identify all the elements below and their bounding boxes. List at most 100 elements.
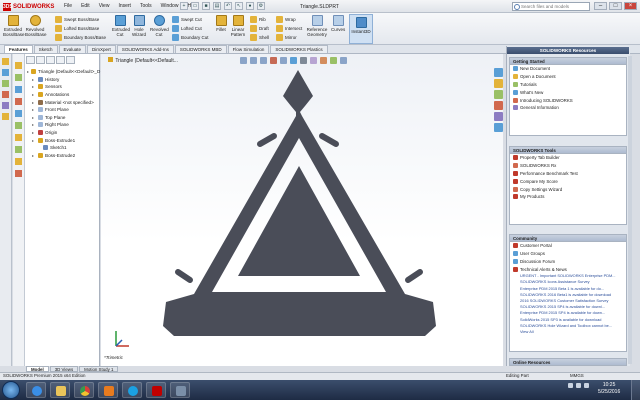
sheet-metal-icon[interactable] (2, 113, 9, 120)
expand-icon[interactable]: ▸ (32, 84, 36, 89)
taskbar-solidworks[interactable] (146, 382, 166, 398)
getting-started-header[interactable]: Getting Started (510, 58, 626, 65)
surface-icon[interactable] (15, 86, 22, 93)
revolved-boss-button[interactable]: Revolved Boss/Base (25, 15, 47, 37)
maximize-button[interactable]: □ (609, 2, 622, 10)
revolved-cut-button[interactable]: Revolved Cut (150, 15, 169, 37)
tools-item[interactable]: Property Tab Builder (510, 154, 626, 162)
view-orientation-icon[interactable] (290, 57, 297, 64)
shell-button[interactable]: Shell (250, 34, 269, 41)
evaluate-icon[interactable] (2, 91, 9, 98)
tools-header[interactable]: SOLIDWORKS Tools (510, 147, 626, 154)
tree-node[interactable]: ▸ Boss-Extrude1 (27, 136, 99, 144)
mirror-button[interactable]: Mirror (276, 34, 297, 41)
tab-flow-simulation[interactable]: Flow Simulation (227, 45, 270, 53)
linear-pattern-button[interactable]: Linear Pattern (229, 15, 247, 37)
tree-node[interactable]: ▸ Material <not specified> (27, 98, 99, 106)
tools-item[interactable]: Performance Benchmark Test (510, 170, 626, 178)
file-explorer-tab-icon[interactable] (494, 90, 503, 99)
getting-started-item[interactable]: Tutorials (510, 81, 626, 89)
menu-window[interactable]: Window (161, 3, 179, 9)
select-icon[interactable]: ↖ (235, 2, 243, 10)
tree-node[interactable]: ▸ Boss-Extrude2 (27, 152, 99, 160)
routing-icon[interactable] (15, 122, 22, 129)
swept-cut-button[interactable]: Swept Cut (172, 16, 202, 23)
tree-node[interactable]: ▸ Origin (27, 129, 99, 137)
solidworks-logo[interactable]: 3DS SOLIDWORKS (3, 2, 54, 11)
expand-icon[interactable]: ▸ (32, 107, 36, 112)
rendering-icon[interactable] (15, 98, 22, 105)
task-pane-scrollbar[interactable] (628, 56, 632, 364)
taskbar-explorer[interactable] (50, 382, 70, 398)
expand-icon[interactable]: ▸ (32, 92, 36, 97)
sketch-icon[interactable] (2, 69, 9, 76)
online-resources-header[interactable]: Online Resources (510, 359, 626, 366)
clock[interactable]: 10:25 5/25/2016 (598, 382, 620, 396)
tree-node[interactable]: ▸ Top Plane (27, 114, 99, 122)
tab-addins[interactable]: SOLIDWORKS Add-Ins (116, 45, 174, 53)
lofted-boss-button[interactable]: Lofted Boss/Base (55, 25, 99, 32)
section-view-icon[interactable] (270, 57, 277, 64)
expand-icon[interactable]: ▸ (32, 115, 36, 120)
getting-started-item[interactable]: What's New (510, 88, 626, 96)
taskbar-chrome[interactable] (74, 382, 94, 398)
menu-view[interactable]: View (99, 3, 110, 9)
hole-wizard-button[interactable]: Hole Wizard (131, 15, 147, 37)
taskbar-app[interactable] (170, 382, 190, 398)
community-header[interactable]: Community (510, 235, 626, 242)
options-icon[interactable]: ⚙ (257, 2, 265, 10)
tools-item[interactable]: SOLIDWORKS Rx (510, 162, 626, 170)
custom-properties-tab-icon[interactable] (494, 123, 503, 132)
menu-tools[interactable]: Tools (140, 3, 152, 9)
expand-icon[interactable]: ▸ (32, 100, 36, 105)
intersect-button[interactable]: Intersect (276, 25, 302, 32)
open-icon[interactable]: ▭ (191, 2, 199, 10)
print-icon[interactable]: ▤ (213, 2, 221, 10)
menu-file[interactable]: File (64, 3, 72, 9)
design-library-tab-icon[interactable] (494, 79, 503, 88)
search-box[interactable] (512, 2, 590, 11)
tab-sketch[interactable]: Sketch (33, 45, 58, 53)
apply-scene-icon[interactable] (330, 57, 337, 64)
appearances-tab-icon[interactable] (494, 112, 503, 121)
propertymanager-tab-icon[interactable] (36, 56, 45, 64)
taskbar-ie[interactable] (26, 382, 46, 398)
view-all-link[interactable]: View All (510, 329, 626, 335)
display-icon[interactable] (2, 102, 9, 109)
instant3d-button[interactable]: Instant3D (349, 14, 373, 44)
dimension-icon[interactable] (2, 80, 9, 87)
dynamic-annotation-icon[interactable] (280, 57, 287, 64)
taskbar-skype[interactable] (122, 382, 142, 398)
mold-icon[interactable] (15, 74, 22, 81)
displaymanager-tab-icon[interactable] (66, 56, 75, 64)
lofted-cut-button[interactable]: Lofted Cut (172, 25, 202, 32)
mbd-icon[interactable] (15, 110, 22, 117)
feature-icon[interactable] (2, 58, 9, 65)
hide-show-icon[interactable] (310, 57, 317, 64)
wrap-button[interactable]: Wrap (276, 16, 296, 23)
tree-node[interactable]: ▸ Sensors (27, 83, 99, 91)
expand-icon[interactable]: ▸ (32, 138, 36, 143)
tab-plastics[interactable]: SOLIDWORKS Plastics (270, 45, 328, 53)
zoom-to-fit-icon[interactable] (240, 57, 247, 64)
tree-node[interactable]: Sketch1 (27, 144, 99, 152)
fillet-button[interactable]: Fillet (215, 15, 227, 32)
boundary-cut-button[interactable]: Boundary Cut (172, 34, 209, 41)
triangle-part-model[interactable] (150, 66, 450, 346)
flag-icon[interactable] (584, 383, 589, 388)
draft-button[interactable]: Draft (250, 25, 269, 32)
rib-button[interactable]: Rib (250, 16, 266, 23)
tab-features[interactable]: Features (4, 45, 33, 53)
taskbar-media[interactable] (98, 382, 118, 398)
tools-item[interactable]: Copy Settings Wizard (510, 185, 626, 193)
save-icon[interactable]: ■ (202, 2, 210, 10)
new-icon[interactable]: + (180, 2, 188, 10)
reference-geometry-button[interactable]: Reference Geometry (305, 15, 329, 37)
weldment-icon[interactable] (15, 62, 22, 69)
volume-icon[interactable] (576, 383, 581, 388)
configurationmanager-tab-icon[interactable] (46, 56, 55, 64)
undo-icon[interactable]: ↶ (224, 2, 232, 10)
network-icon[interactable] (568, 383, 573, 388)
menu-edit[interactable]: Edit (81, 3, 90, 9)
display-style-icon[interactable] (300, 57, 307, 64)
